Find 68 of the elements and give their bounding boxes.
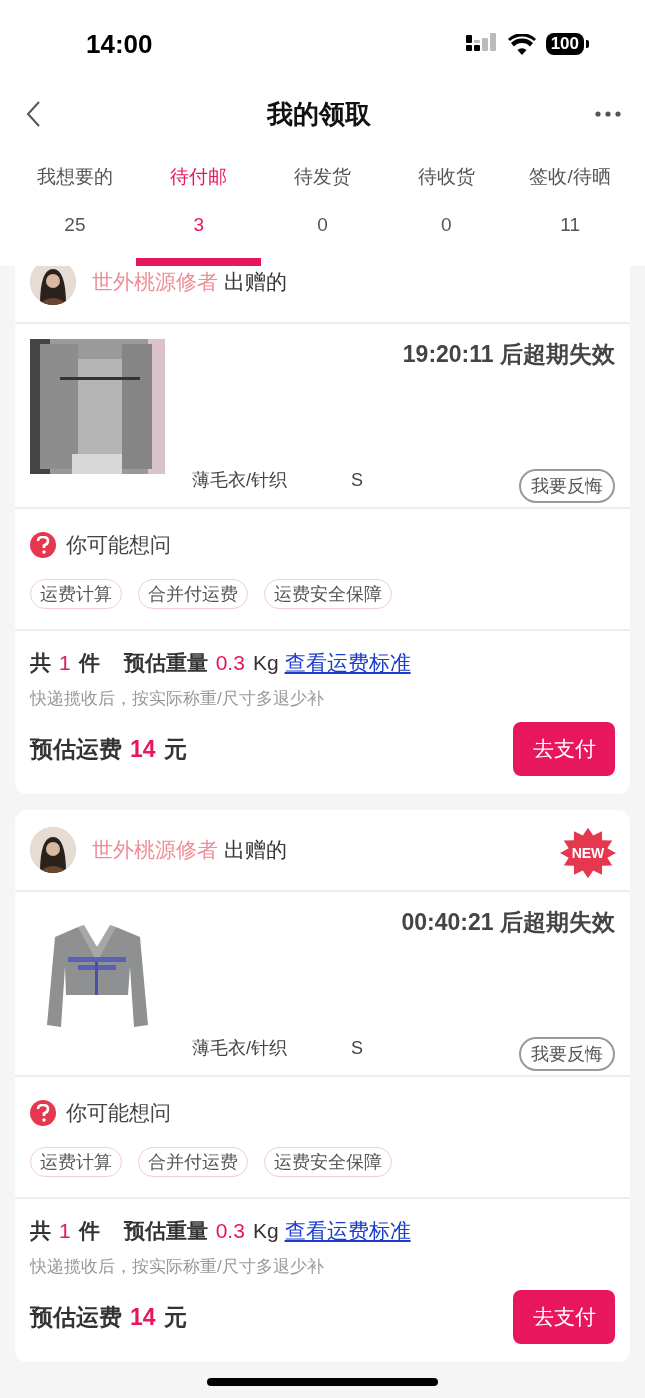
help-icon [30, 1100, 56, 1126]
regret-button[interactable]: 我要反悔 [519, 469, 615, 503]
item-count: 1 [59, 1219, 71, 1243]
regret-button[interactable]: 我要反悔 [519, 1037, 615, 1071]
item-count: 1 [59, 651, 71, 675]
help-icon [30, 532, 56, 558]
faq-tag[interactable]: 运费安全保障 [264, 1147, 392, 1177]
faq-tag[interactable]: 运费安全保障 [264, 579, 392, 609]
back-button[interactable] [24, 99, 42, 129]
tab-label: 签收/待晒 [529, 165, 611, 189]
more-button[interactable] [595, 110, 621, 118]
fee-amount: 14 [130, 735, 156, 763]
tab[interactable]: 待发货 0 [260, 164, 385, 266]
wifi-icon [507, 33, 536, 55]
tab[interactable]: 签收/待晒 11 [508, 164, 632, 266]
giver-suffix: 出赠的 [224, 837, 287, 863]
page-title: 我的领取 [266, 97, 371, 131]
countdown-text: 19:20:11 后超期失效 [402, 340, 615, 369]
weight-value: 0.3 [215, 1219, 245, 1243]
fee-amount: 14 [130, 1303, 156, 1331]
size-label: S [351, 469, 365, 491]
tab[interactable]: 待付邮 3 [136, 164, 261, 266]
tab-count: 0 [441, 214, 452, 236]
tab-label: 待付邮 [170, 165, 228, 189]
tab-count: 25 [64, 214, 86, 236]
tab-label: 待收货 [417, 165, 475, 189]
fee-label: 预估运费 [30, 1302, 122, 1332]
tab-count: 11 [560, 214, 580, 236]
category-label: 薄毛衣/针织 [192, 469, 287, 492]
weight-unit: Kg [252, 651, 279, 675]
tab-count: 3 [193, 214, 204, 236]
shipping-standard-link[interactable]: 查看运费标准 [284, 1217, 411, 1245]
total-prefix: 共 [30, 650, 51, 676]
faq-title: 你可能想问 [66, 1100, 171, 1126]
new-badge: NEW [560, 828, 616, 878]
giver-suffix: 出赠的 [224, 269, 287, 295]
count-unit: 件 [78, 1218, 100, 1244]
faq-title: 你可能想问 [66, 532, 171, 558]
pay-button[interactable]: 去支付 [513, 722, 615, 776]
count-unit: 件 [78, 650, 100, 676]
pay-button[interactable]: 去支付 [513, 1290, 615, 1344]
weight-value: 0.3 [215, 651, 245, 675]
faq-tag[interactable]: 合并付运费 [138, 1147, 248, 1177]
tab-label: 我想要的 [36, 165, 113, 189]
tab[interactable]: 我想要的 25 [13, 164, 137, 266]
shipping-note: 快递揽收后，按实际称重/尺寸多退少补 [30, 688, 325, 710]
clock-time: 14:00 [86, 28, 153, 60]
faq-tag[interactable]: 合并付运费 [138, 579, 248, 609]
tab[interactable]: 待收货 0 [384, 164, 509, 266]
faq-tag[interactable]: 运费计算 [30, 579, 122, 609]
fee-unit: 元 [163, 1302, 187, 1332]
tab-label: 待发货 [294, 165, 351, 189]
total-prefix: 共 [30, 1218, 51, 1244]
size-label: S [351, 1037, 365, 1059]
faq-tag[interactable]: 运费计算 [30, 1147, 122, 1177]
weight-unit: Kg [252, 1219, 279, 1243]
avatar [30, 827, 76, 873]
fee-unit: 元 [163, 734, 187, 764]
weight-label: 预估重量 [123, 1218, 208, 1244]
tab-count: 0 [317, 214, 328, 236]
countdown-text: 00:40:21 后超期失效 [401, 908, 615, 937]
fee-label: 预估运费 [30, 734, 122, 764]
battery-level: 100 [545, 33, 584, 55]
shipping-standard-link[interactable]: 查看运费标准 [284, 649, 411, 677]
category-label: 薄毛衣/针织 [192, 1037, 287, 1060]
shipping-note: 快递揽收后，按实际称重/尺寸多退少补 [30, 1256, 325, 1278]
weight-label: 预估重量 [123, 650, 208, 676]
avatar [30, 266, 76, 305]
